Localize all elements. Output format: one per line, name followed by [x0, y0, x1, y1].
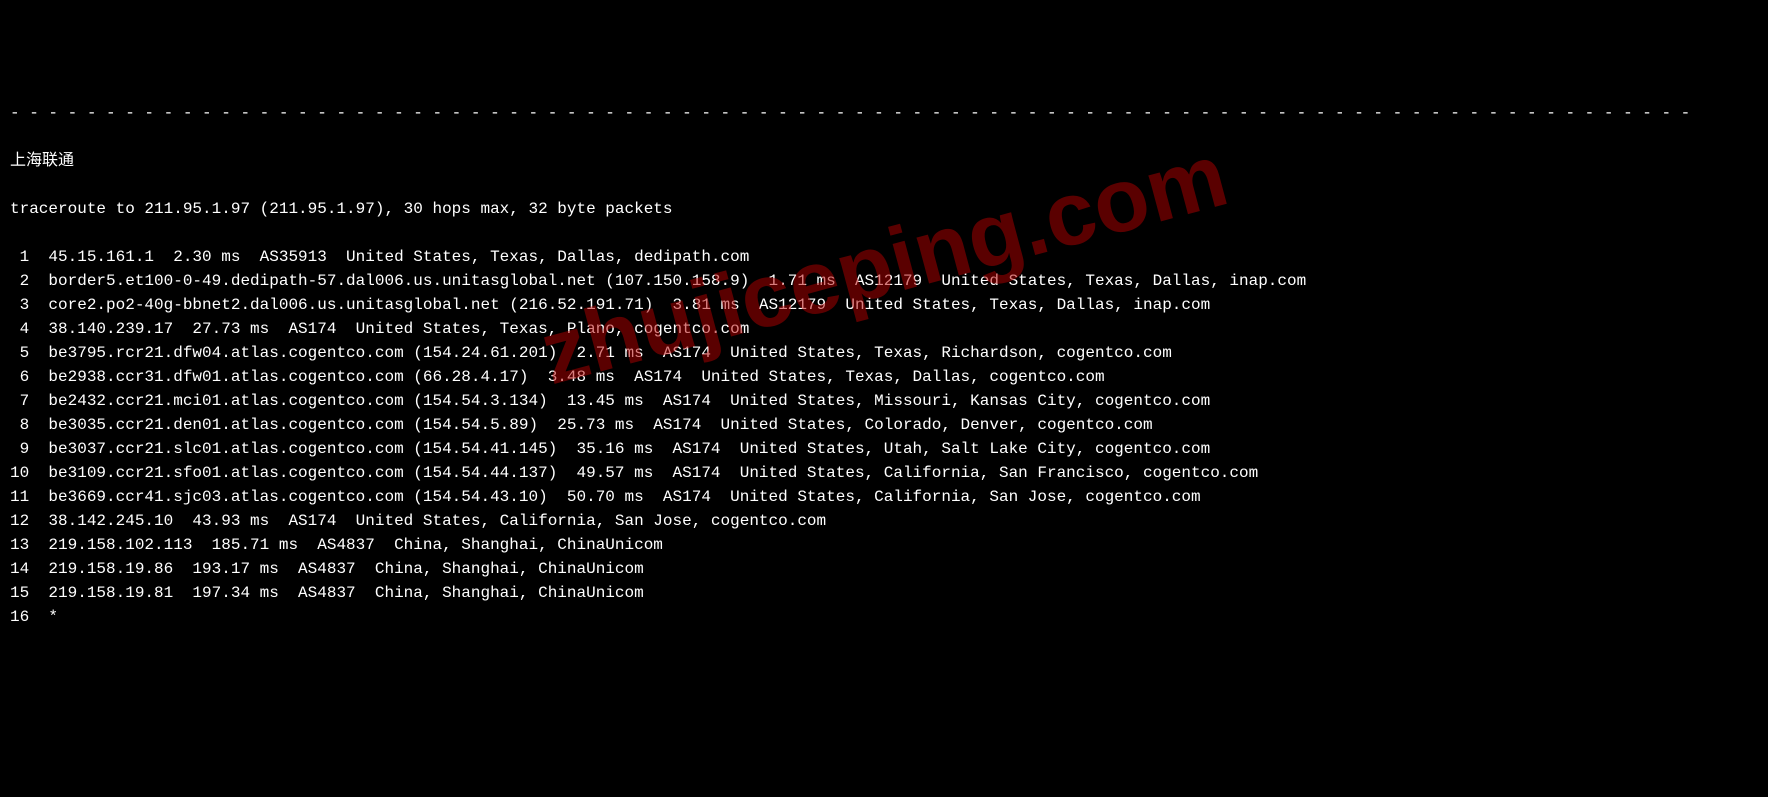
traceroute-hop-row: 11 be3669.ccr41.sjc03.atlas.cogentco.com…: [10, 485, 1758, 509]
traceroute-hop-row: 10 be3109.ccr21.sfo01.atlas.cogentco.com…: [10, 461, 1758, 485]
traceroute-hop-row: 9 be3037.ccr21.slc01.atlas.cogentco.com …: [10, 437, 1758, 461]
traceroute-hop-row: 14 219.158.19.86 193.17 ms AS4837 China,…: [10, 557, 1758, 581]
separator-line: - - - - - - - - - - - - - - - - - - - - …: [10, 101, 1758, 125]
traceroute-hop-row: 13 219.158.102.113 185.71 ms AS4837 Chin…: [10, 533, 1758, 557]
traceroute-hop-row: 12 38.142.245.10 43.93 ms AS174 United S…: [10, 509, 1758, 533]
traceroute-hop-row: 7 be2432.ccr21.mci01.atlas.cogentco.com …: [10, 389, 1758, 413]
traceroute-header: traceroute to 211.95.1.97 (211.95.1.97),…: [10, 197, 1758, 221]
traceroute-hop-row: 3 core2.po2-40g-bbnet2.dal006.us.unitasg…: [10, 293, 1758, 317]
traceroute-hops-list: 1 45.15.161.1 2.30 ms AS35913 United Sta…: [10, 245, 1758, 629]
traceroute-hop-row: 8 be3035.ccr21.den01.atlas.cogentco.com …: [10, 413, 1758, 437]
traceroute-hop-row: 4 38.140.239.17 27.73 ms AS174 United St…: [10, 317, 1758, 341]
traceroute-hop-row: 5 be3795.rcr21.dfw04.atlas.cogentco.com …: [10, 341, 1758, 365]
traceroute-hop-row: 16 *: [10, 605, 1758, 629]
traceroute-hop-row: 6 be2938.ccr31.dfw01.atlas.cogentco.com …: [10, 365, 1758, 389]
traceroute-hop-row: 1 45.15.161.1 2.30 ms AS35913 United Sta…: [10, 245, 1758, 269]
traceroute-hop-row: 15 219.158.19.81 197.34 ms AS4837 China,…: [10, 581, 1758, 605]
route-title: 上海联通: [10, 149, 1758, 173]
traceroute-hop-row: 2 border5.et100-0-49.dedipath-57.dal006.…: [10, 269, 1758, 293]
